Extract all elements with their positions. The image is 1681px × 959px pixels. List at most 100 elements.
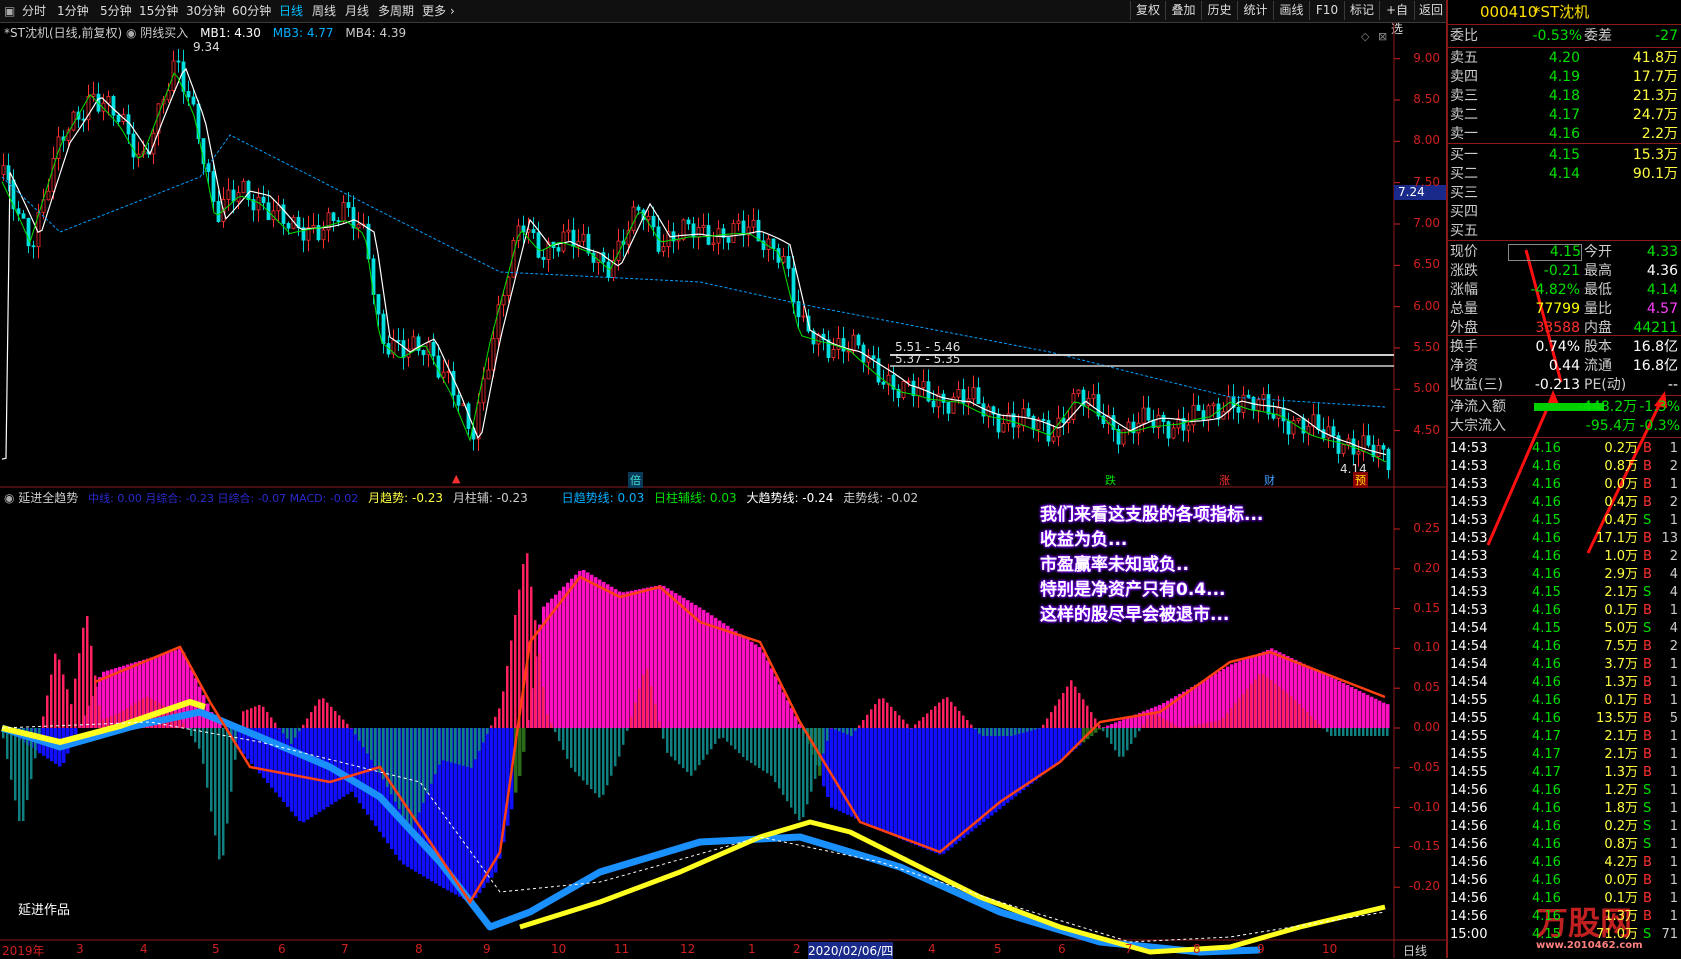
tab-15min[interactable]: 15分钟	[139, 2, 178, 20]
trend-bar	[622, 592, 626, 728]
tab-30min[interactable]: 30分钟	[186, 2, 225, 20]
trend-bar	[1338, 681, 1342, 728]
candle-body	[556, 247, 561, 252]
tick-row: 14:54 4.15 5.0万 S 4	[1448, 620, 1681, 638]
trend-bar	[902, 728, 906, 841]
quote-row: 总量 77799 量比 4.57	[1448, 300, 1681, 319]
tab-60min-label[interactable]: 60分钟	[232, 2, 271, 20]
trend-bar-inner	[1210, 722, 1213, 728]
tab-weekly[interactable]: 周线	[312, 2, 336, 20]
trend-bar-inner	[1106, 728, 1109, 738]
trend-bar	[1122, 719, 1126, 728]
tick-price: 4.15	[1532, 621, 1561, 636]
trend-bar-inner	[858, 725, 861, 728]
trend-bar-inner	[850, 728, 853, 736]
candle-body	[1146, 407, 1151, 421]
quote-value: -0.21	[1543, 263, 1580, 279]
restore-rights-button[interactable]: 复权	[1130, 1, 1165, 20]
mb3-label: MB3: 4.77	[272, 26, 334, 40]
trend-bar-inner	[602, 728, 605, 795]
marker-bei: 倍	[628, 472, 643, 488]
tab-daily[interactable]: 日线	[279, 2, 303, 20]
trend-bar	[842, 728, 846, 814]
flow-label: 净流入额	[1450, 399, 1506, 415]
trend-bar-inner	[490, 725, 493, 728]
trend-bar-inner	[886, 702, 889, 728]
up-arrow-icon: ▲	[452, 472, 461, 485]
tab-monthly[interactable]: 月线	[345, 2, 369, 20]
indicator-icon[interactable]: ◉	[4, 491, 18, 505]
kline-legend: *ST沈机(日线,前复权) ◉ 阴线买入 MB1: 4.30 MB3: 4.77…	[4, 24, 406, 41]
tab-multi-period[interactable]: 多周期	[378, 2, 414, 20]
trend-bar	[490, 728, 494, 878]
candle-body	[1341, 444, 1346, 454]
buy-level-volume: 15.3万	[1632, 147, 1678, 163]
trend-bar-inner	[458, 728, 461, 765]
draw-button[interactable]: 画线	[1273, 1, 1309, 20]
trend-bar-inner	[782, 728, 785, 795]
mark-button[interactable]: 标记	[1344, 1, 1379, 20]
quote-value: 4.15	[1508, 244, 1582, 261]
tick-volume: 0.0万	[1604, 873, 1638, 888]
sell-level-volume: 21.3万	[1632, 88, 1678, 104]
tab-1min[interactable]: 1分钟	[57, 2, 89, 20]
candle-body	[881, 381, 886, 385]
menu-icon[interactable]: ▣	[4, 2, 15, 20]
trend-bar	[1066, 728, 1070, 756]
candle-body	[1356, 451, 1361, 455]
trend-bar	[302, 728, 306, 823]
trend-bar	[786, 700, 790, 728]
overlay-button[interactable]: 叠加	[1165, 1, 1201, 20]
tick-volume: 3.7万	[1604, 657, 1638, 672]
tick-row: 14:55 4.17 1.3万 B 1	[1448, 764, 1681, 782]
add-watchlist-button[interactable]: +自选	[1379, 1, 1414, 36]
candle-body	[241, 180, 246, 194]
trend-bar	[982, 728, 986, 822]
trend-bar	[962, 728, 966, 838]
tab-more[interactable]: 更多	[422, 2, 446, 20]
f10-button[interactable]: F10	[1309, 1, 1344, 20]
tick-volume: 2.1万	[1604, 585, 1638, 600]
trend-bar	[1318, 671, 1322, 728]
candle-body	[1211, 403, 1216, 407]
trend-bar-inner	[450, 728, 453, 763]
trend-bar-inner	[74, 678, 77, 728]
chart-area[interactable]: *ST沈机(日线,前复权) ◉ 阴线买入 MB1: 4.30 MB3: 4.77…	[0, 22, 1446, 959]
stats-button[interactable]: 统计	[1237, 1, 1273, 20]
marker-zhang: 涨	[1219, 474, 1230, 487]
trend-bar-inner	[286, 728, 289, 739]
trend-bar	[1202, 680, 1206, 728]
trend-bar-inner	[922, 717, 925, 728]
tab-minute[interactable]: 分时	[22, 2, 46, 20]
tick-row: 14:56 4.16 0.1万 B 1	[1448, 890, 1681, 908]
candle-body	[1141, 407, 1146, 424]
indicator-icon[interactable]: ◉	[126, 26, 140, 40]
close-icon[interactable]: ⊠	[1378, 30, 1387, 43]
indicator-name[interactable]: 阴线买入	[140, 26, 188, 40]
history-button[interactable]: 历史	[1201, 1, 1237, 20]
candle-body	[836, 338, 841, 350]
tick-side: B	[1643, 531, 1652, 546]
trend-bar	[694, 605, 698, 728]
trend-bar	[1326, 675, 1330, 728]
tick-time: 14:54	[1450, 675, 1488, 690]
trend-bar-inner	[270, 717, 273, 728]
trend-bar-inner	[934, 706, 937, 728]
tab-5min[interactable]: 5分钟	[100, 2, 132, 20]
tick-price: 4.16	[1532, 711, 1561, 726]
back-button[interactable]: 返回	[1414, 1, 1447, 20]
tick-count: 5	[1669, 711, 1678, 726]
trend-bar	[590, 574, 594, 728]
chevron-right-icon[interactable]: ›	[450, 2, 455, 20]
tick-row: 14:56 4.16 0.2万 S 1	[1448, 818, 1681, 836]
candle-body	[561, 231, 566, 252]
diamond-icon[interactable]: ◇	[1361, 30, 1369, 43]
weibi-row: 委比 -0.53% 委差 -27	[1448, 27, 1681, 46]
tick-side: B	[1643, 459, 1652, 474]
trend-bar	[726, 625, 730, 728]
trend-bar	[602, 581, 606, 728]
trend-bar-inner	[1290, 696, 1293, 728]
trend-bar	[978, 728, 982, 826]
tick-volume: 0.8万	[1604, 459, 1638, 474]
trend-name[interactable]: 延进全趋势	[18, 491, 78, 505]
